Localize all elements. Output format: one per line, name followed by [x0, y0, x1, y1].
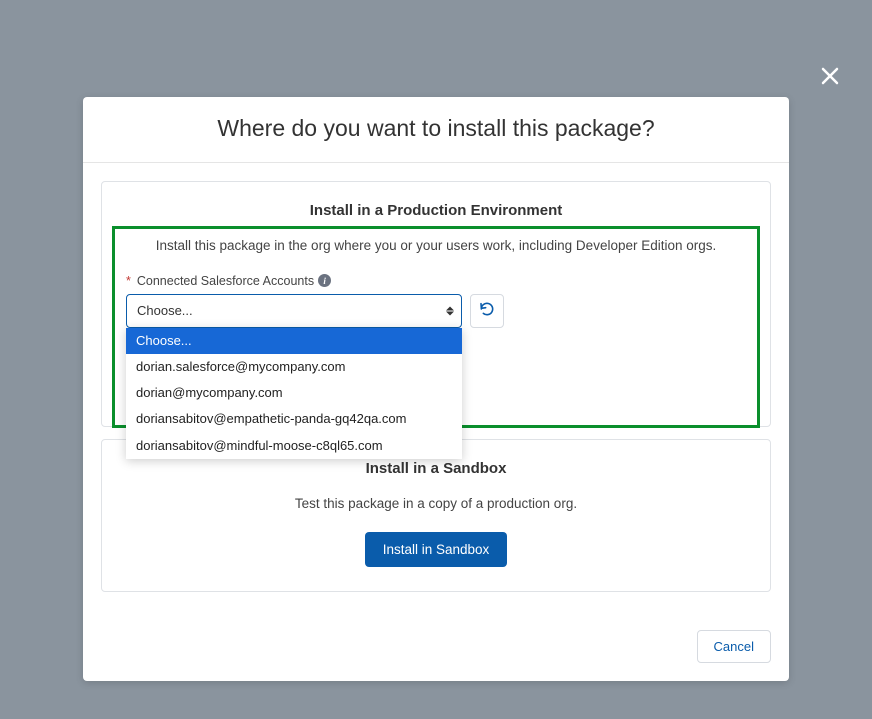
- production-panel: Install in a Production Environment Inst…: [101, 181, 771, 427]
- close-icon[interactable]: [818, 64, 842, 88]
- dropdown-option[interactable]: Choose...: [126, 328, 462, 354]
- production-desc: Install this package in the org where yo…: [126, 237, 746, 256]
- refresh-icon: [479, 301, 495, 320]
- accounts-select-value: Choose...: [137, 303, 193, 318]
- cancel-button[interactable]: Cancel: [697, 630, 771, 663]
- accounts-select[interactable]: Choose...: [126, 294, 462, 328]
- required-mark: *: [126, 274, 131, 288]
- modal-title: Where do you want to install this packag…: [83, 97, 789, 163]
- production-title: Install in a Production Environment: [126, 202, 746, 219]
- accounts-select-wrap: Choose... Choose... dorian.salesforce@my…: [126, 294, 462, 328]
- dropdown-option[interactable]: doriansabitov@mindful-moose-c8ql65.com: [126, 433, 462, 459]
- dropdown-option[interactable]: dorian@mycompany.com: [126, 380, 462, 406]
- accounts-select-row: Choose... Choose... dorian.salesforce@my…: [126, 294, 746, 328]
- modal-footer: Cancel: [83, 618, 789, 681]
- accounts-field-label: * Connected Salesforce Accounts i: [126, 274, 746, 288]
- sandbox-title: Install in a Sandbox: [126, 460, 746, 477]
- select-arrows-icon: [446, 306, 454, 315]
- accounts-dropdown: Choose... dorian.salesforce@mycompany.co…: [126, 328, 462, 459]
- refresh-button[interactable]: [470, 294, 504, 328]
- install-modal: Where do you want to install this packag…: [83, 97, 789, 681]
- accounts-label-text: Connected Salesforce Accounts: [137, 274, 314, 288]
- install-sandbox-button[interactable]: Install in Sandbox: [365, 532, 508, 567]
- info-icon[interactable]: i: [318, 274, 331, 287]
- sandbox-desc: Test this package in a copy of a product…: [126, 495, 746, 514]
- dropdown-option[interactable]: doriansabitov@empathetic-panda-gq42qa.co…: [126, 406, 462, 432]
- sandbox-panel: Install in a Sandbox Test this package i…: [101, 439, 771, 592]
- dropdown-option[interactable]: dorian.salesforce@mycompany.com: [126, 354, 462, 380]
- modal-body: Install in a Production Environment Inst…: [83, 163, 789, 618]
